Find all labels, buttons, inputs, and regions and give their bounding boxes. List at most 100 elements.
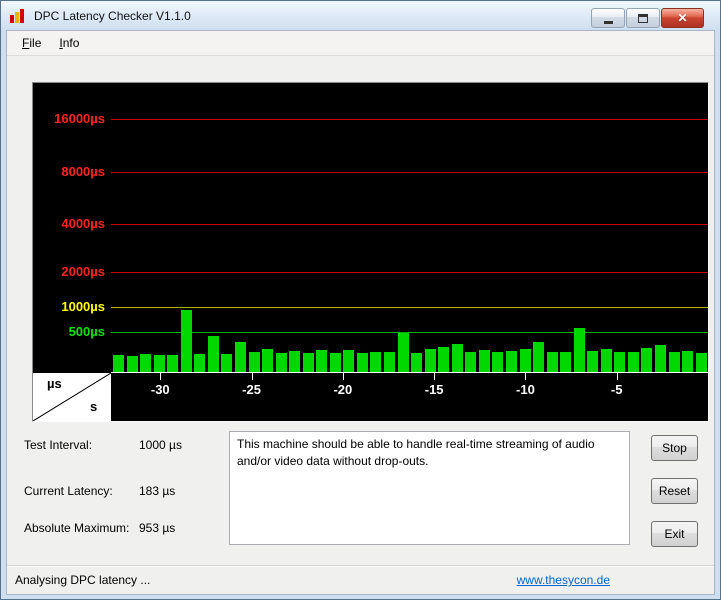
- action-buttons: Stop Reset Exit: [651, 435, 698, 547]
- stat-value: 1000 µs: [139, 438, 182, 452]
- latency-bar: [126, 355, 138, 373]
- latency-bar: [302, 353, 314, 373]
- app-window: DPC Latency Checker V1.1.0 ✕ File Info 50…: [0, 0, 721, 600]
- gridline-2000: [111, 272, 708, 273]
- latency-bar: [275, 353, 287, 373]
- thesycon-link[interactable]: www.thesycon.de: [517, 573, 610, 587]
- x-tick--5: [616, 373, 618, 380]
- latency-bar: [668, 352, 680, 373]
- stat-label: Absolute Maximum:: [24, 521, 130, 535]
- result-message-box: This machine should be able to handle re…: [229, 431, 630, 545]
- latency-bar: [465, 351, 477, 373]
- latency-bar: [600, 349, 612, 373]
- latency-bar: [234, 342, 246, 373]
- corner-s-label: s: [90, 399, 98, 414]
- stat-row: Test Interval: 1000 µs: [24, 438, 182, 452]
- chart-plot: [111, 83, 708, 373]
- latency-bar: [614, 352, 626, 373]
- gridline-1000: [111, 307, 708, 308]
- axis-corner: µs s: [33, 373, 111, 421]
- latency-bar: [573, 328, 585, 373]
- latency-bar: [424, 349, 436, 373]
- gridline-500: [111, 332, 708, 333]
- stat-value: 953 µs: [139, 521, 176, 535]
- y-axis-label-500: 500µs: [68, 324, 105, 339]
- minimize-button[interactable]: [591, 8, 625, 28]
- latency-bar: [451, 344, 463, 373]
- latency-bar: [478, 349, 490, 373]
- stat-label: Current Latency:: [24, 484, 113, 498]
- y-axis-label-1000: 1000µs: [61, 299, 105, 314]
- latency-bar: [167, 354, 179, 373]
- y-axis-label-4000: 4000µs: [61, 216, 105, 231]
- latency-bar: [641, 347, 653, 373]
- menu-item-file[interactable]: File: [13, 32, 50, 54]
- latency-bar: [560, 352, 572, 373]
- latency-bar: [289, 351, 301, 373]
- latency-bar: [221, 354, 233, 373]
- latency-bar: [113, 354, 124, 373]
- latency-bar: [343, 349, 355, 373]
- latency-bar: [248, 351, 260, 373]
- menu-bar: File Info: [7, 31, 714, 56]
- x-tick--15: [434, 373, 436, 380]
- x-tick--25: [251, 373, 253, 380]
- axis-corner-diagonal: [33, 373, 111, 421]
- y-axis-label-16000: 16000µs: [54, 111, 105, 126]
- latency-bar: [546, 351, 558, 373]
- y-axis: 500µs 1000µs 2000µs 4000µs 8000µs 16000µs: [33, 83, 111, 373]
- latency-bar: [587, 350, 599, 373]
- latency-chart: 500µs 1000µs 2000µs 4000µs 8000µs 16000µs -30…: [32, 82, 709, 422]
- latency-bar: [655, 344, 666, 373]
- x-axis-label--15: -15: [424, 382, 444, 397]
- exit-button[interactable]: Exit: [651, 521, 698, 547]
- corner-us-label: µs: [47, 376, 62, 391]
- status-bar: Analysing DPC latency ... www.thesycon.d…: [7, 565, 714, 594]
- latency-bar: [519, 349, 531, 373]
- latency-bar: [356, 353, 368, 373]
- x-axis: -30 -25 -20 -15 -10 -5: [33, 373, 708, 421]
- x-axis-label--30: -30: [150, 382, 170, 397]
- x-tick--20: [342, 373, 344, 380]
- stat-value: 183 µs: [139, 484, 176, 498]
- stat-row: Absolute Maximum: 953 µs: [24, 521, 175, 535]
- x-tick--10: [525, 373, 527, 380]
- x-tick--30: [160, 373, 162, 380]
- latency-bar: [329, 352, 341, 373]
- x-axis-label--20: -20: [333, 382, 353, 397]
- maximize-button[interactable]: [626, 8, 660, 28]
- x-axis-label--5: -5: [610, 382, 623, 397]
- latency-bar: [492, 352, 504, 373]
- latency-bar: [438, 346, 450, 373]
- stop-button[interactable]: Stop: [651, 435, 698, 461]
- latency-bar: [505, 350, 517, 373]
- latency-bar: [194, 353, 206, 373]
- latency-bar: [533, 341, 545, 373]
- close-icon: ✕: [677, 11, 688, 25]
- gridline-8000: [111, 172, 708, 173]
- latency-bar: [384, 352, 395, 373]
- latency-bar: [207, 336, 219, 373]
- status-text: Analysing DPC latency ...: [15, 573, 151, 587]
- reset-button[interactable]: Reset: [651, 478, 698, 504]
- app-icon: [10, 8, 27, 23]
- close-button[interactable]: ✕: [661, 8, 704, 28]
- client-area: File Info 500µs 1000µs 2000µs 4000µs 8000µs 16…: [6, 30, 715, 595]
- latency-bar: [262, 349, 274, 373]
- latency-bar: [316, 350, 328, 373]
- y-axis-label-8000: 8000µs: [61, 164, 105, 179]
- title-bar[interactable]: DPC Latency Checker V1.1.0 ✕: [1, 1, 720, 30]
- latency-bar: [153, 355, 165, 373]
- menu-item-info[interactable]: Info: [50, 32, 88, 54]
- x-axis-label--10: -10: [516, 382, 535, 397]
- stat-row: Current Latency: 183 µs: [24, 484, 175, 498]
- latency-bar: [370, 351, 382, 373]
- latency-bar: [682, 351, 694, 373]
- stat-label: Test Interval:: [24, 438, 93, 452]
- gridline-4000: [111, 224, 708, 225]
- latency-bar: [627, 351, 639, 373]
- y-axis-label-2000: 2000µs: [61, 264, 105, 279]
- window-title: DPC Latency Checker V1.1.0: [34, 8, 191, 23]
- minimize-icon: [603, 20, 613, 24]
- x-axis-label--25: -25: [242, 382, 261, 397]
